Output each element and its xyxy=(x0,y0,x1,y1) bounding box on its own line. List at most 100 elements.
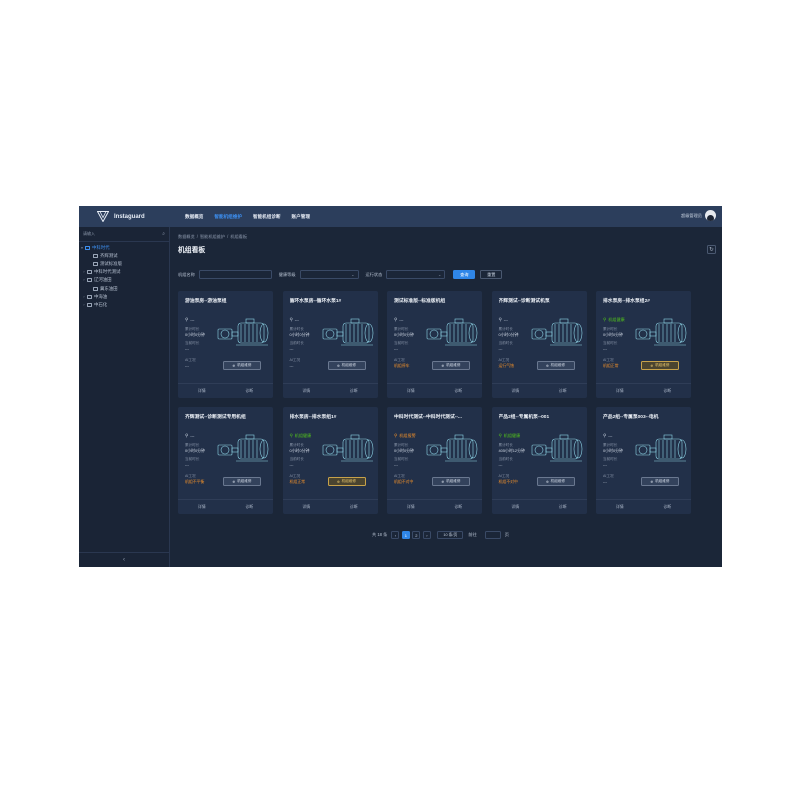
unit-card-title: 排水泵房--排水泵组2# xyxy=(603,299,650,304)
repair-button[interactable]: ⊕ 机组维修 xyxy=(641,477,679,486)
tree-item[interactable]: 冀东油田 xyxy=(79,284,169,292)
health-level-select[interactable]: ⌄ xyxy=(299,270,359,279)
tree-item[interactable]: 齐辉测试 xyxy=(79,252,169,260)
details-button[interactable]: 详情 xyxy=(178,384,226,398)
details-button[interactable]: 详情 xyxy=(492,500,540,514)
nav-diagnosis[interactable]: 智能机组诊断 xyxy=(253,214,281,220)
unit-card[interactable]: 产品2组--专属机泵--001 ⚲ 机组健康 累计时长 405小时12分钟 当前时长 ---… xyxy=(491,407,587,514)
diagnose-button[interactable]: 诊断 xyxy=(644,384,692,398)
unit-card[interactable]: 齐辉测试--诊断测试专用机组 ⚲ --- 累计时长 0小时0分钟 当前时长 --- AI工况机… xyxy=(178,407,273,514)
repair-button[interactable]: ⊕ 机组维修 xyxy=(327,477,366,486)
tree-item[interactable]: › 中海油 xyxy=(79,293,169,301)
diagnose-button[interactable]: 诊断 xyxy=(539,384,587,398)
diagnose-button[interactable]: 诊断 xyxy=(330,384,378,398)
folder-icon xyxy=(87,278,92,283)
sidebar-search-input[interactable]: 请输入 xyxy=(83,231,95,237)
tree-item[interactable]: › 中科时代测试 xyxy=(79,268,169,276)
health-status: ⚲ 机组报警 xyxy=(394,433,416,439)
health-status-text: 机组健康 xyxy=(608,317,625,322)
repair-label: 机组维修 xyxy=(341,363,356,367)
health-status: ⚲ --- xyxy=(185,317,194,323)
diagnose-button[interactable]: 诊断 xyxy=(226,384,274,398)
avatar[interactable] xyxy=(705,210,716,221)
refresh-button[interactable]: ↻ xyxy=(707,245,716,254)
prev-page-button[interactable]: ‹ xyxy=(391,531,400,539)
repair-label: 机组维修 xyxy=(550,479,565,483)
search-button[interactable]: 查询 xyxy=(453,270,476,279)
details-button[interactable]: 详情 xyxy=(387,384,435,398)
health-status-text: --- xyxy=(503,317,508,323)
diagnose-button[interactable]: 诊断 xyxy=(330,500,378,514)
repair-button[interactable]: ⊕ 机组维修 xyxy=(327,361,366,370)
details-button[interactable]: 详情 xyxy=(596,500,644,514)
unit-card[interactable]: 排水泵房--排水泵组2# ⚲ 机组健康 累计时长 0小时0分钟 当前时长 --- AI工况 机组… xyxy=(596,291,691,398)
main-content: 数据概览 / 智能机组维护 / 机组看板 机组看板 ↻ 机组名称 健康等级 ⌄ 运行状态… xyxy=(170,227,722,567)
details-button[interactable]: 详情 xyxy=(492,384,540,398)
details-button[interactable]: 详情 xyxy=(387,500,435,514)
diagnose-button[interactable]: 诊断 xyxy=(435,500,483,514)
page-size-select[interactable]: 10 条/页 xyxy=(437,531,464,539)
unit-name-input[interactable] xyxy=(198,270,272,279)
unit-card[interactable]: 循环水泵房--循环水泵1# ⚲ --- 累计时长 0小时0分钟 当前时长 --- AI工况 --… xyxy=(282,291,378,398)
chevron-down-icon: ⌄ xyxy=(351,272,355,277)
health-status-text: --- xyxy=(294,317,299,323)
unit-card[interactable]: 排水泵房--排水泵组1# ⚲ 机组健康 累计时长 0小时0分钟 当前时长 --- AI工况 机组… xyxy=(282,407,378,514)
goto-page-input[interactable] xyxy=(484,531,501,539)
ai-condition-value: 机组不对中 xyxy=(498,479,518,484)
details-button[interactable]: 详情 xyxy=(178,500,226,514)
tree-item-label: 中科时代测试 xyxy=(94,269,121,275)
top-bar: Instaguard 数据概览 智能机组维护 智能机组诊断 账户管理 超级管理员 xyxy=(79,206,722,227)
ai-condition-value: 运行气蚀 xyxy=(498,363,515,368)
tree-item[interactable]: › 辽河油田 xyxy=(79,276,169,284)
nav-overview[interactable]: 数据概览 xyxy=(185,214,203,220)
page-button[interactable]: 2 xyxy=(412,531,421,539)
nav-account[interactable]: 账户管理 xyxy=(292,214,310,220)
unit-card[interactable]: 齐辉测试--诊断测试机泵 ⚲ --- 累计时长 0小时0分钟 当前时长 --- AI工况 运行气… xyxy=(491,291,587,398)
diagnose-button[interactable]: 诊断 xyxy=(226,500,274,514)
run-state-select[interactable]: ⌄ xyxy=(386,270,446,279)
unit-card[interactable]: 产品2组--专属泵003--电机 ⚲ --- 累计时长 0小时0分钟 当前时长 --- AI工… xyxy=(596,407,691,514)
unit-card[interactable]: 测试标准版--标准版机组 ⚲ --- 累计时长 0小时0分钟 当前时长 --- AI工况 机组停… xyxy=(387,291,482,398)
nav-maintenance[interactable]: 智能机组维护 xyxy=(214,214,242,220)
tree-item[interactable]: 测试标准版 xyxy=(79,260,169,268)
repair-button[interactable]: ⊕ 机组维修 xyxy=(223,361,261,370)
sidebar-search[interactable]: 请输入 ⌕ xyxy=(79,227,169,242)
repair-label: 机组维修 xyxy=(550,363,565,367)
brand[interactable]: Instaguard xyxy=(79,211,171,222)
unit-card[interactable]: 游油泵房--游油泵组 ⚲ --- 累计时长 0小时0分钟 当前时长 --- AI工况 --- ⊕ 机… xyxy=(178,291,273,398)
chevron-down-icon: ⌄ xyxy=(437,272,442,277)
logo-icon xyxy=(97,211,109,222)
collapse-sidebar-button[interactable]: ‹ xyxy=(79,552,169,567)
repair-button[interactable]: ⊕ 机组维修 xyxy=(641,361,679,370)
page-button[interactable]: 1 xyxy=(401,531,410,539)
repair-button[interactable]: ⊕ 机组维修 xyxy=(536,361,575,370)
tree-item[interactable]: › 中石化 xyxy=(79,301,169,309)
details-button[interactable]: 详情 xyxy=(596,384,644,398)
diagnose-button[interactable]: 诊断 xyxy=(644,500,692,514)
repair-button[interactable]: ⊕ 机组维修 xyxy=(536,477,575,486)
repair-button[interactable]: ⊕ 机组维修 xyxy=(432,477,470,486)
unit-card-title: 循环水泵房--循环水泵1# xyxy=(289,299,342,304)
tree-item-label: 中石化 xyxy=(94,301,108,307)
diagnose-button[interactable]: 诊断 xyxy=(435,384,483,398)
unit-card-title: 中科时代测试--中科时代测试--... xyxy=(394,415,462,420)
breadcrumb-item[interactable]: 数据概览 xyxy=(178,234,195,239)
repair-button[interactable]: ⊕ 机组维修 xyxy=(223,477,261,486)
main-nav: 数据概览 智能机组维护 智能机组诊断 账户管理 xyxy=(185,214,321,220)
repair-button[interactable]: ⊕ 机组维修 xyxy=(432,361,470,370)
details-button[interactable]: 详情 xyxy=(283,384,331,398)
run-state-label: 运行状态 xyxy=(365,271,383,277)
diagnose-button[interactable]: 诊断 xyxy=(539,500,587,514)
next-page-button[interactable]: › xyxy=(422,531,431,539)
folder-icon xyxy=(85,246,90,251)
user-menu[interactable]: 超级管理员 xyxy=(681,210,716,221)
search-icon[interactable]: ⌕ xyxy=(162,231,165,237)
runtime-value: 0小时0分钟 xyxy=(289,448,310,453)
reset-button[interactable]: 重置 xyxy=(480,270,503,279)
unit-card[interactable]: 中科时代测试--中科时代测试--... ⚲ 机组报警 累计时长 0小时0分钟 当前时长 --… xyxy=(387,407,482,514)
breadcrumb-item[interactable]: 智能机组维护 xyxy=(200,234,225,239)
repair-icon: ⊕ xyxy=(232,363,236,368)
details-button[interactable]: 详情 xyxy=(283,500,331,514)
org-tree: ▾ 中科时代 齐辉测试 测试标准版 › 中科时代测试 › 辽河油田 冀东油田 › 中海油 › 中石化 xyxy=(79,242,169,309)
tree-item[interactable]: ▾ 中科时代 xyxy=(79,244,169,252)
